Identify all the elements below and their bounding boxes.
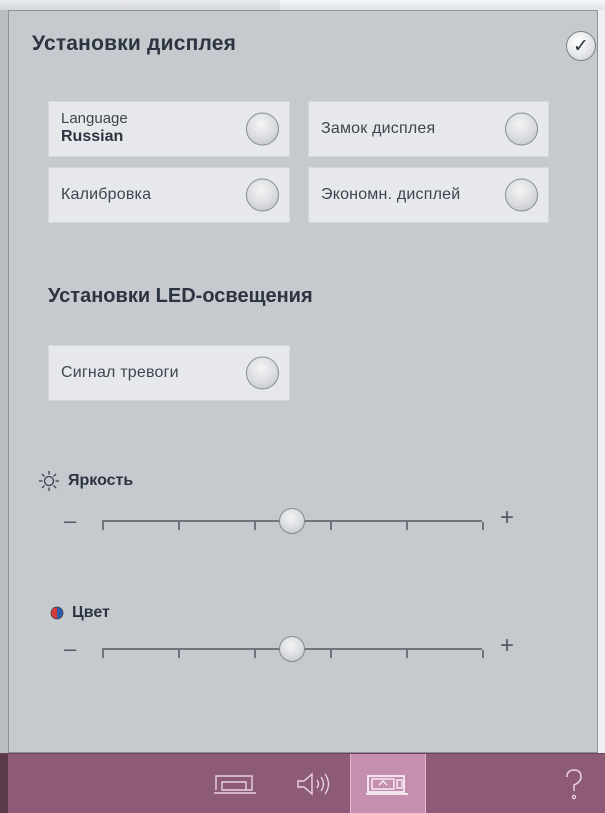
color-increase[interactable]: + — [500, 632, 514, 660]
brightness-increase[interactable]: + — [500, 504, 514, 532]
display-lock-label: Замок дисплея — [321, 120, 436, 137]
slider-tick — [482, 650, 484, 658]
bottom-toolbar — [0, 753, 605, 813]
language-label: Language — [61, 110, 128, 127]
slider-tick — [102, 650, 104, 658]
alarm-signal-option[interactable]: Сигнал тревоги — [48, 345, 290, 401]
color-icon — [50, 606, 64, 620]
slider-tick — [254, 650, 256, 658]
language-radio[interactable] — [246, 112, 279, 146]
color-heading: Цвет — [50, 604, 110, 622]
language-value: Russian — [61, 128, 124, 145]
language-option[interactable]: Language Russian — [48, 101, 290, 157]
confirm-button[interactable]: ✓ — [566, 31, 596, 61]
sewing-machine-icon — [214, 774, 256, 794]
brightness-label: Яркость — [68, 472, 134, 489]
color-knob[interactable] — [279, 636, 305, 662]
sun-icon — [39, 471, 59, 491]
sewing-machine-button[interactable] — [205, 754, 265, 813]
led-section-title: Установки LED-освещения — [48, 285, 313, 307]
color-label: Цвет — [72, 604, 110, 621]
slider-tick — [178, 522, 180, 530]
machine-display-icon — [366, 774, 408, 795]
brightness-knob[interactable] — [279, 508, 305, 534]
brightness-decrease[interactable]: – — [64, 508, 76, 534]
left-edge — [0, 10, 8, 753]
help-button[interactable] — [552, 754, 596, 813]
checkmark-icon: ✓ — [573, 35, 589, 57]
slider-tick — [330, 522, 332, 530]
economy-display-radio[interactable] — [505, 178, 538, 212]
economy-display-label: Экономн. дисплей — [321, 186, 461, 203]
brightness-slider[interactable]: – + — [64, 500, 524, 540]
help-icon — [566, 768, 582, 799]
calibration-label: Калибровка — [61, 186, 152, 203]
language-label-group: Language Russian — [61, 110, 128, 146]
color-decrease[interactable]: – — [64, 636, 76, 662]
slider-tick — [178, 650, 180, 658]
alarm-signal-radio[interactable] — [246, 356, 279, 390]
display-settings-button[interactable] — [350, 754, 426, 813]
slider-tick — [406, 522, 408, 530]
right-edge — [598, 10, 605, 753]
top-strip-left — [0, 0, 280, 10]
brightness-heading: Яркость — [38, 470, 133, 492]
calibration-option[interactable]: Калибровка — [48, 167, 290, 223]
slider-tick — [254, 522, 256, 530]
sound-button[interactable] — [285, 754, 340, 813]
page-title: Установки дисплея — [32, 32, 237, 55]
economy-display-option[interactable]: Экономн. дисплей — [308, 167, 549, 223]
alarm-signal-label: Сигнал тревоги — [61, 364, 179, 381]
slider-tick — [406, 650, 408, 658]
display-lock-option[interactable]: Замок дисплея — [308, 101, 549, 157]
slider-tick — [482, 522, 484, 530]
toolbar-left-edge — [0, 754, 8, 813]
calibration-radio[interactable] — [246, 178, 279, 212]
speaker-icon — [296, 771, 329, 796]
display-lock-radio[interactable] — [505, 112, 538, 146]
color-slider[interactable]: – + — [64, 628, 524, 668]
slider-tick — [330, 650, 332, 658]
slider-tick — [102, 522, 104, 530]
